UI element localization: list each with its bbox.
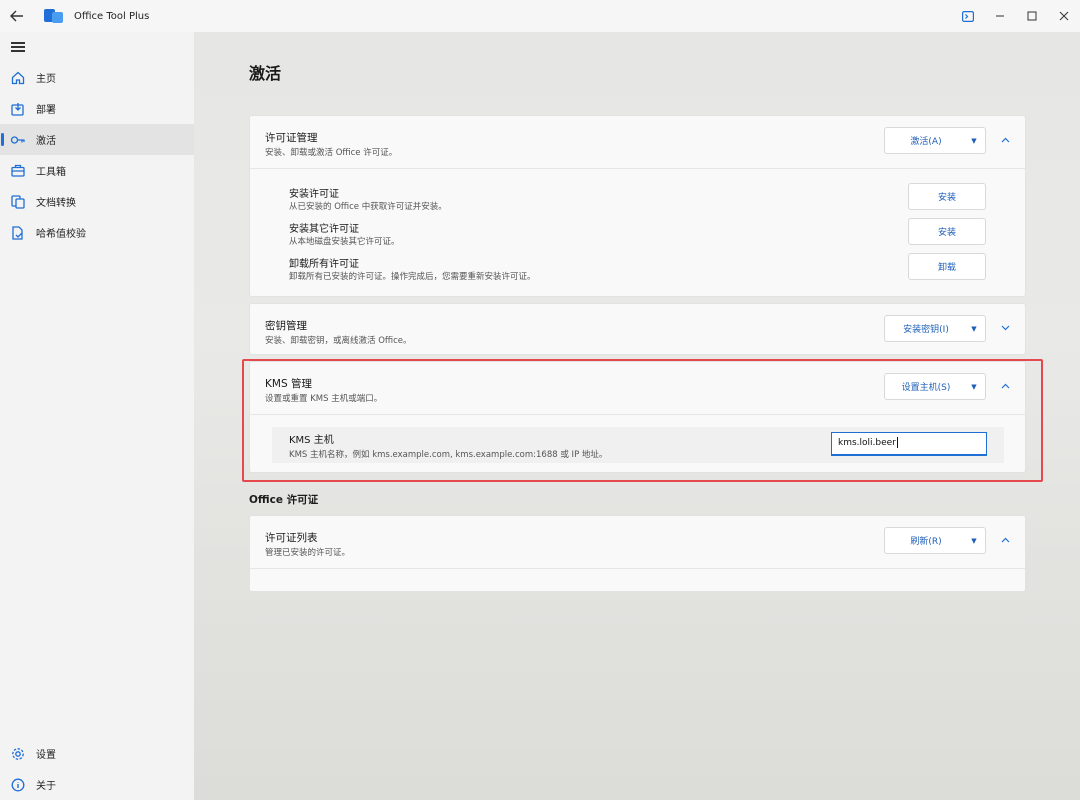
activate-dropdown-button[interactable]: 激活(A) ▼ — [884, 127, 986, 154]
divider — [250, 568, 1025, 569]
button-label: 激活(A) — [910, 137, 942, 147]
sidebar-item-doc-convert[interactable]: 文档转换 — [0, 186, 194, 217]
toolbox-icon — [10, 163, 26, 179]
sidebar-item-activate[interactable]: 激活 — [0, 124, 194, 155]
install-license-button[interactable]: 安装 — [908, 183, 986, 210]
chevron-up-icon[interactable] — [998, 134, 1012, 148]
home-icon — [10, 70, 26, 86]
row-title: 安装其它许可证 — [289, 224, 359, 235]
document-convert-icon — [10, 194, 26, 210]
sidebar-item-settings[interactable]: 设置 — [0, 738, 194, 769]
sidebar-item-home[interactable]: 主页 — [0, 62, 194, 93]
card-title: 许可证管理 — [265, 132, 318, 144]
key-management-card: 密钥管理 安装、卸载密钥，或离线激活 Office。 安装密钥(I) ▼ — [249, 303, 1026, 355]
page-title: 激活 — [249, 64, 282, 83]
close-icon[interactable] — [1048, 0, 1080, 32]
title-bar: Office Tool Plus — [0, 0, 1080, 32]
list-item: 安装许可证 从已安装的 Office 中获取许可证并安装。 安装 — [250, 179, 1025, 214]
sidebar-item-label: 关于 — [36, 781, 56, 792]
section-heading: Office 许可证 — [249, 494, 319, 506]
sidebar: 主页 部署 激活 工具箱 文档转换 哈希值校验 设置 关于 — [0, 32, 194, 800]
info-icon — [10, 777, 26, 793]
list-item: 卸载所有许可证 卸载所有已安装的许可证。操作完成后，您需要重新安装许可证。 卸载 — [250, 249, 1025, 284]
button-label: 刷新(R) — [910, 537, 942, 547]
sidebar-item-label: 工具箱 — [36, 167, 66, 178]
app-title: Office Tool Plus — [74, 10, 150, 22]
sidebar-item-toolbox[interactable]: 工具箱 — [0, 155, 194, 186]
terminal-icon[interactable] — [952, 0, 984, 32]
gear-icon — [10, 746, 26, 762]
card-subtitle: 管理已安装的许可证。 — [265, 548, 351, 558]
caret-down-icon[interactable]: ▼ — [963, 325, 985, 333]
install-key-dropdown-button[interactable]: 安装密钥(I) ▼ — [884, 315, 986, 342]
sidebar-item-label: 文档转换 — [36, 198, 76, 209]
maximize-icon[interactable] — [1016, 0, 1048, 32]
main-content: 激活 许可证管理 安装、卸载或激活 Office 许可证。 激活(A) ▼ 安装… — [194, 32, 1080, 800]
card-header[interactable]: 密钥管理 安装、卸载密钥，或离线激活 Office。 安装密钥(I) ▼ — [250, 304, 1025, 356]
row-subtitle: 从已安装的 Office 中获取许可证并安装。 — [289, 202, 447, 212]
deploy-icon — [10, 101, 26, 117]
row-subtitle: 从本地磁盘安装其它许可证。 — [289, 237, 400, 247]
card-title: 许可证列表 — [265, 532, 318, 544]
sidebar-item-label: 设置 — [36, 750, 56, 761]
key-icon — [10, 132, 26, 148]
sidebar-item-label: 部署 — [36, 105, 56, 116]
hash-check-icon — [10, 225, 26, 241]
sidebar-item-deploy[interactable]: 部署 — [0, 93, 194, 124]
sidebar-item-hash-check[interactable]: 哈希值校验 — [0, 217, 194, 248]
install-other-license-button[interactable]: 安装 — [908, 218, 986, 245]
license-management-card: 许可证管理 安装、卸载或激活 Office 许可证。 激活(A) ▼ 安装许可证… — [249, 115, 1026, 297]
card-subtitle: 安装、卸载或激活 Office 许可证。 — [265, 148, 398, 158]
sidebar-item-label: 哈希值校验 — [36, 229, 86, 240]
row-title: 安装许可证 — [289, 189, 339, 200]
refresh-dropdown-button[interactable]: 刷新(R) ▼ — [884, 527, 986, 554]
list-item: 安装其它许可证 从本地磁盘安装其它许可证。 安装 — [250, 214, 1025, 249]
caret-down-icon[interactable]: ▼ — [963, 537, 985, 545]
chevron-up-icon[interactable] — [998, 534, 1012, 548]
hamburger-menu-icon[interactable] — [0, 32, 194, 62]
card-subtitle: 安装、卸载密钥，或离线激活 Office。 — [265, 336, 412, 346]
back-arrow-icon[interactable] — [0, 0, 34, 32]
card-header[interactable]: 许可证列表 管理已安装的许可证。 刷新(R) ▼ — [250, 516, 1025, 568]
card-title: 密钥管理 — [265, 320, 307, 332]
sidebar-item-label: 激活 — [36, 136, 56, 147]
button-label: 安装密钥(I) — [903, 325, 949, 335]
sidebar-item-label: 主页 — [36, 74, 56, 85]
caret-down-icon[interactable]: ▼ — [963, 137, 985, 145]
row-subtitle: 卸载所有已安装的许可证。操作完成后，您需要重新安装许可证。 — [289, 272, 536, 282]
sidebar-item-about[interactable]: 关于 — [0, 769, 194, 800]
row-title: 卸载所有许可证 — [289, 259, 359, 270]
card-header[interactable]: 许可证管理 安装、卸载或激活 Office 许可证。 激活(A) ▼ — [250, 116, 1025, 168]
highlight-annotation-box — [242, 359, 1043, 482]
chevron-down-icon[interactable] — [998, 322, 1012, 336]
license-list-card: 许可证列表 管理已安装的许可证。 刷新(R) ▼ — [249, 515, 1026, 592]
uninstall-all-licenses-button[interactable]: 卸载 — [908, 253, 986, 280]
app-logo-icon — [44, 7, 64, 25]
minimize-icon[interactable] — [984, 0, 1016, 32]
